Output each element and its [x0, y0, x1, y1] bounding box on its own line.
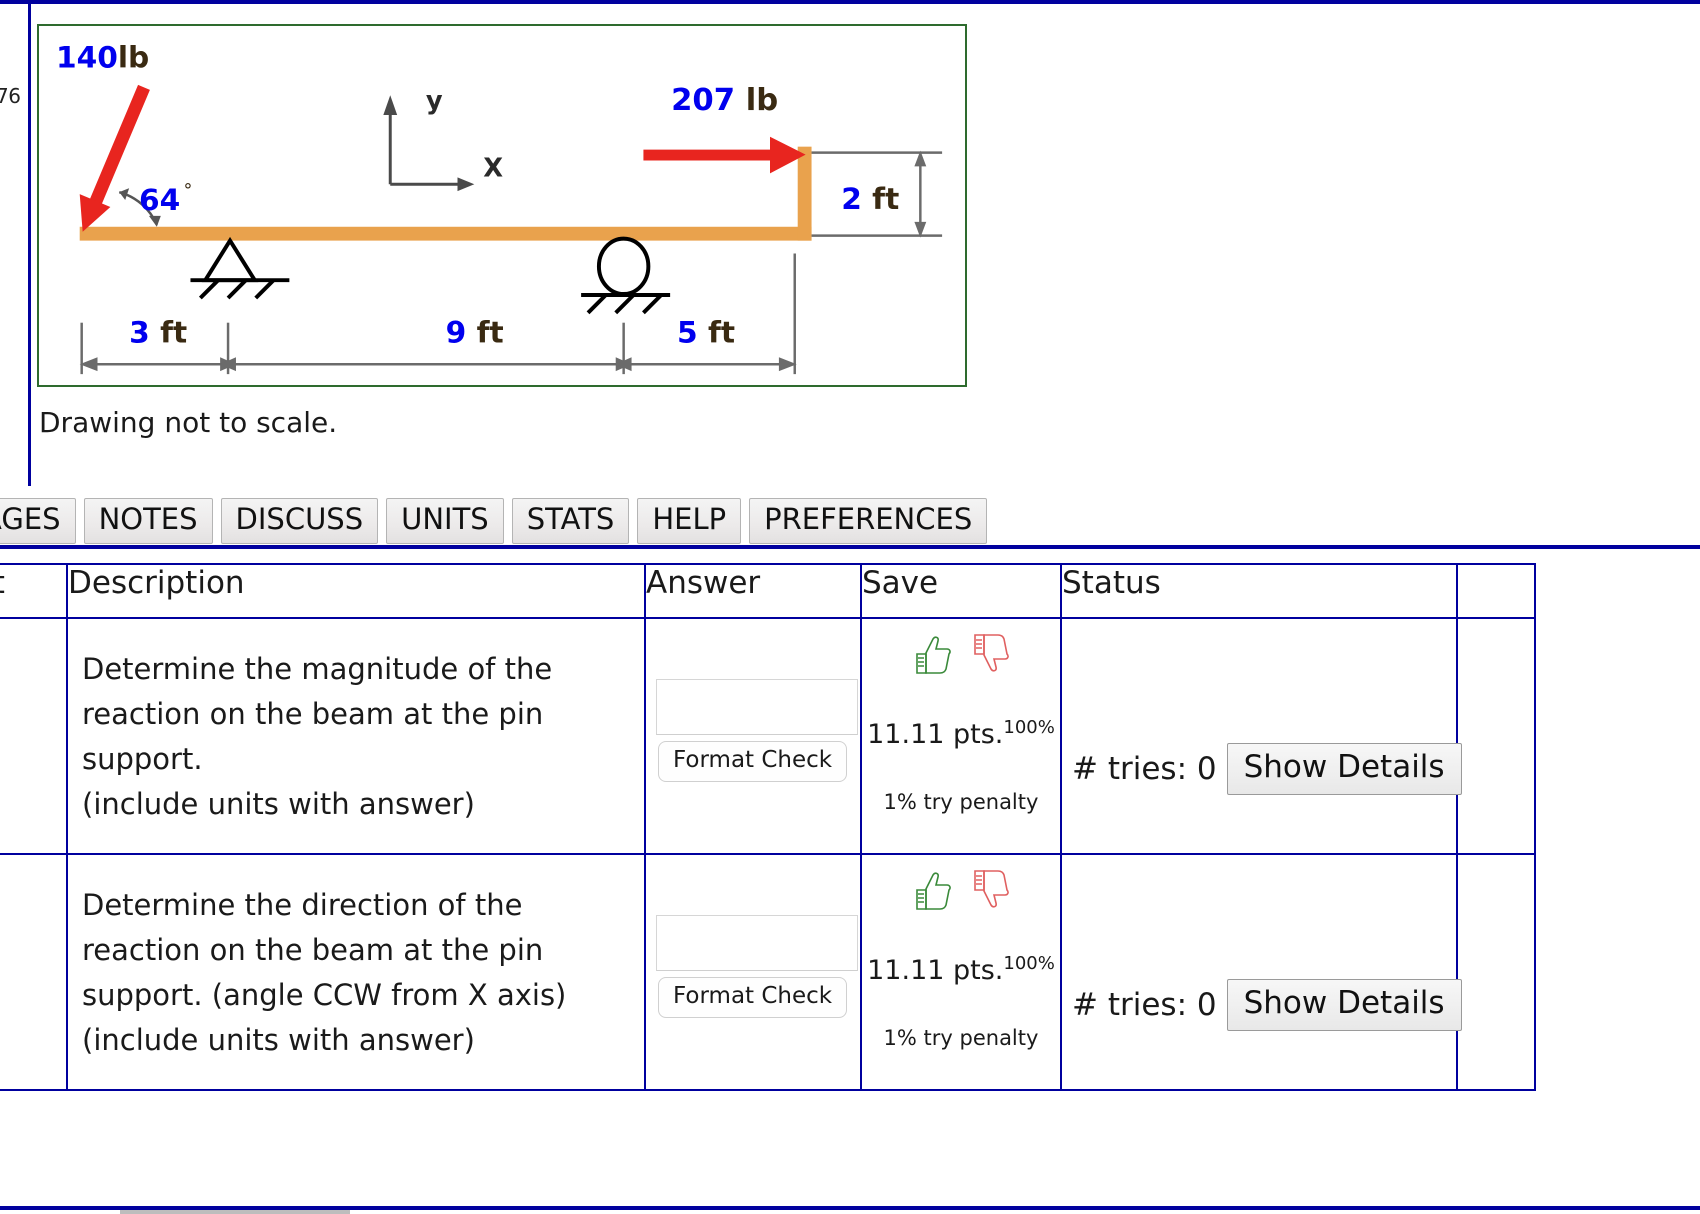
description-line: (include units with answer): [82, 787, 475, 821]
roller-support-symbol: [581, 236, 671, 315]
table-row: Determine the magnitude of the reaction …: [0, 617, 1536, 855]
try-penalty-label: 1% try penalty: [883, 790, 1039, 814]
description-line: Determine the magnitude of the: [82, 652, 553, 686]
header-spacer: [1456, 563, 1536, 619]
row-spacer: [1456, 617, 1536, 855]
answer-cell: Format Check: [644, 853, 862, 1091]
y-axis-arrowhead: [383, 95, 398, 116]
points-percent: 100%: [1003, 953, 1055, 974]
x-axis-arrowhead: [457, 177, 475, 192]
table-top-rule: [0, 545, 1700, 549]
points-value: 11.11 pts.: [867, 955, 1004, 986]
status-cell: # tries: 0 Show Details: [1060, 853, 1462, 1091]
thumbs-down-icon[interactable]: [969, 633, 1011, 677]
answer-input[interactable]: [656, 915, 858, 971]
label-angle-value: 64: [139, 182, 180, 217]
format-check-button[interactable]: Format Check: [658, 977, 848, 1018]
load-arrow-207lb: [643, 136, 806, 174]
clipped-page-marker: 76: [0, 84, 21, 108]
try-penalty-label: 1% try penalty: [883, 1026, 1039, 1050]
save-thumbs: [862, 855, 1060, 913]
table-row: Determine the direction of the reaction …: [0, 853, 1536, 1091]
show-details-button[interactable]: Show Details: [1226, 979, 1462, 1031]
angle-arrow-head-lower: [148, 215, 161, 227]
problem-panel: 140lb 64 ° y X 207 lb 2 ft 3 ft 9 ft 5 f…: [28, 4, 1700, 486]
tab-help[interactable]: HELP: [637, 498, 742, 544]
points-line: 11.11 pts.100%: [862, 953, 1060, 987]
tab-preferences[interactable]: PREFERENCES: [749, 498, 988, 544]
header-description: Description: [66, 563, 646, 619]
label-y-axis: y: [426, 86, 443, 116]
points-value: 11.11 pts.: [867, 719, 1004, 750]
save-thumbs: [862, 619, 1060, 677]
part-cell: [0, 853, 68, 1091]
status-cell: # tries: 0 Show Details: [1060, 617, 1462, 855]
thumbs-down-icon[interactable]: [969, 869, 1011, 913]
description-line: reaction on the beam at the pin: [82, 697, 544, 731]
results-table-wrap: rt Description Answer Save Status Determ…: [0, 563, 1700, 1091]
beam-horizontal-member: [79, 226, 812, 241]
tries-count: # tries: 0: [1072, 751, 1217, 787]
save-cell: 11.11 pts.100% 1% try penalty: [860, 853, 1062, 1091]
points-line: 11.11 pts.100%: [862, 717, 1060, 751]
label-3ft: 3 ft: [129, 314, 187, 349]
format-check-button[interactable]: Format Check: [658, 741, 848, 782]
label-degree-symbol: °: [184, 180, 193, 201]
header-status: Status: [1060, 563, 1458, 619]
beam-vertical-member: [797, 146, 812, 241]
table-header-row: rt Description Answer Save Status: [0, 563, 1536, 619]
answer-input[interactable]: [656, 679, 858, 735]
coordinate-axes: [388, 107, 465, 186]
description-line: Determine the direction of the: [82, 888, 523, 922]
tries-count: # tries: 0: [1072, 987, 1217, 1023]
results-table: rt Description Answer Save Status Determ…: [0, 563, 1536, 1091]
page-root: 76 140lb 64 ° y X 207 lb 2 ft 3 ft 9 ft …: [0, 0, 1700, 1214]
label-5ft: 5 ft: [677, 314, 735, 349]
save-cell: 11.11 pts.100% 1% try penalty: [860, 617, 1062, 855]
description-line: (include units with answer): [82, 1023, 475, 1057]
part-cell: [0, 617, 68, 855]
label-140lb: 140lb: [56, 40, 149, 75]
tab-bar: MAGES NOTES DISCUSS UNITS STATS HELP PRE…: [0, 498, 988, 544]
beam-figure: 140lb 64 ° y X 207 lb 2 ft 3 ft 9 ft 5 f…: [37, 24, 967, 387]
row-spacer: [1456, 853, 1536, 1091]
header-part: rt: [0, 563, 68, 619]
tab-units[interactable]: UNITS: [386, 498, 504, 544]
thumbs-up-icon[interactable]: [911, 633, 953, 677]
label-2ft: 2 ft: [841, 181, 899, 216]
show-details-button[interactable]: Show Details: [1226, 743, 1462, 795]
answer-cell: Format Check: [644, 617, 862, 855]
label-207lb: 207 lb: [671, 83, 778, 118]
description-cell: Determine the direction of the reaction …: [66, 853, 646, 1091]
beam-diagram-svg: 140lb 64 ° y X 207 lb 2 ft 3 ft 9 ft 5 f…: [56, 40, 943, 375]
label-9ft: 9 ft: [446, 314, 504, 349]
label-x-axis: X: [483, 153, 503, 183]
description-line: support. (angle CCW from X axis): [82, 978, 567, 1012]
figure-caption: Drawing not to scale.: [39, 406, 338, 439]
load-arrow-140lb: [79, 84, 150, 232]
tab-notes[interactable]: NOTES: [83, 498, 213, 544]
points-percent: 100%: [1003, 717, 1055, 738]
description-line: reaction on the beam at the pin: [82, 933, 544, 967]
tab-images[interactable]: MAGES: [0, 498, 76, 544]
description-cell: Determine the magnitude of the reaction …: [66, 617, 646, 855]
description-line: support.: [82, 742, 203, 776]
clipped-bottom-button[interactable]: [120, 1210, 350, 1214]
header-answer: Answer: [644, 563, 862, 619]
header-save: Save: [860, 563, 1062, 619]
tab-stats[interactable]: STATS: [511, 498, 630, 544]
pin-support-symbol: [190, 236, 290, 300]
tab-discuss[interactable]: DISCUSS: [220, 498, 379, 544]
thumbs-up-icon[interactable]: [911, 869, 953, 913]
